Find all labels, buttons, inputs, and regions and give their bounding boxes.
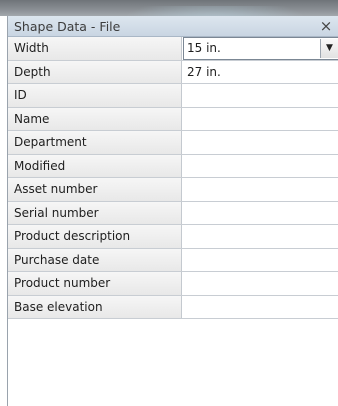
property-label-id: ID xyxy=(8,84,182,107)
property-value-product-description[interactable] xyxy=(183,225,338,248)
row-serial-number[interactable]: Serial number xyxy=(8,201,338,225)
property-value-base-elevation[interactable] xyxy=(183,295,338,318)
property-label-depth: Depth xyxy=(8,60,182,83)
property-label-asset-number: Asset number xyxy=(8,178,182,201)
row-department[interactable]: Department xyxy=(8,131,338,155)
property-value-id[interactable] xyxy=(183,84,338,107)
property-label-serial-number: Serial number xyxy=(8,201,182,224)
row-base-elevation[interactable]: Base elevation xyxy=(8,295,338,319)
property-label-product-description: Product description xyxy=(8,225,182,248)
row-depth[interactable]: Depth 27 in. xyxy=(8,60,338,84)
window-top-band xyxy=(0,0,338,16)
property-value-name[interactable] xyxy=(183,107,338,130)
property-value-product-number[interactable] xyxy=(183,272,338,295)
property-label-purchase-date: Purchase date xyxy=(8,248,182,271)
left-edge xyxy=(0,16,7,406)
property-value-modified[interactable] xyxy=(183,154,338,177)
property-value-depth[interactable]: 27 in. xyxy=(183,60,338,83)
property-label-product-number: Product number xyxy=(8,272,182,295)
row-id[interactable]: ID xyxy=(8,84,338,108)
shape-data-grid: Width 15 in. ▼ Depth 27 in. ID Name Depa… xyxy=(8,37,338,319)
row-width[interactable]: Width 15 in. ▼ xyxy=(8,37,338,61)
panel-title: Shape Data - File xyxy=(14,19,121,34)
row-product-number[interactable]: Product number xyxy=(8,272,338,296)
property-value-purchase-date[interactable] xyxy=(183,248,338,271)
property-label-name: Name xyxy=(8,107,182,130)
chevron-down-icon[interactable]: ▼ xyxy=(320,39,338,58)
property-label-modified: Modified xyxy=(8,154,182,177)
property-value-department[interactable] xyxy=(183,131,338,154)
property-label-base-elevation: Base elevation xyxy=(8,295,182,318)
panel-titlebar[interactable]: Shape Data - File × xyxy=(8,16,338,37)
property-value-serial-number[interactable] xyxy=(183,201,338,224)
property-label-department: Department xyxy=(8,131,182,154)
property-value-asset-number[interactable] xyxy=(183,178,338,201)
row-purchase-date[interactable]: Purchase date xyxy=(8,248,338,272)
row-name[interactable]: Name xyxy=(8,107,338,131)
row-asset-number[interactable]: Asset number xyxy=(8,178,338,202)
shape-data-panel: Shape Data - File × Width 15 in. ▼ Depth… xyxy=(7,16,338,406)
property-label-width: Width xyxy=(8,37,182,60)
close-icon[interactable]: × xyxy=(319,17,333,35)
width-value-text: 15 in. xyxy=(187,41,221,55)
property-value-width[interactable]: 15 in. ▼ xyxy=(183,37,338,60)
row-modified[interactable]: Modified xyxy=(8,154,338,178)
row-product-description[interactable]: Product description xyxy=(8,225,338,249)
